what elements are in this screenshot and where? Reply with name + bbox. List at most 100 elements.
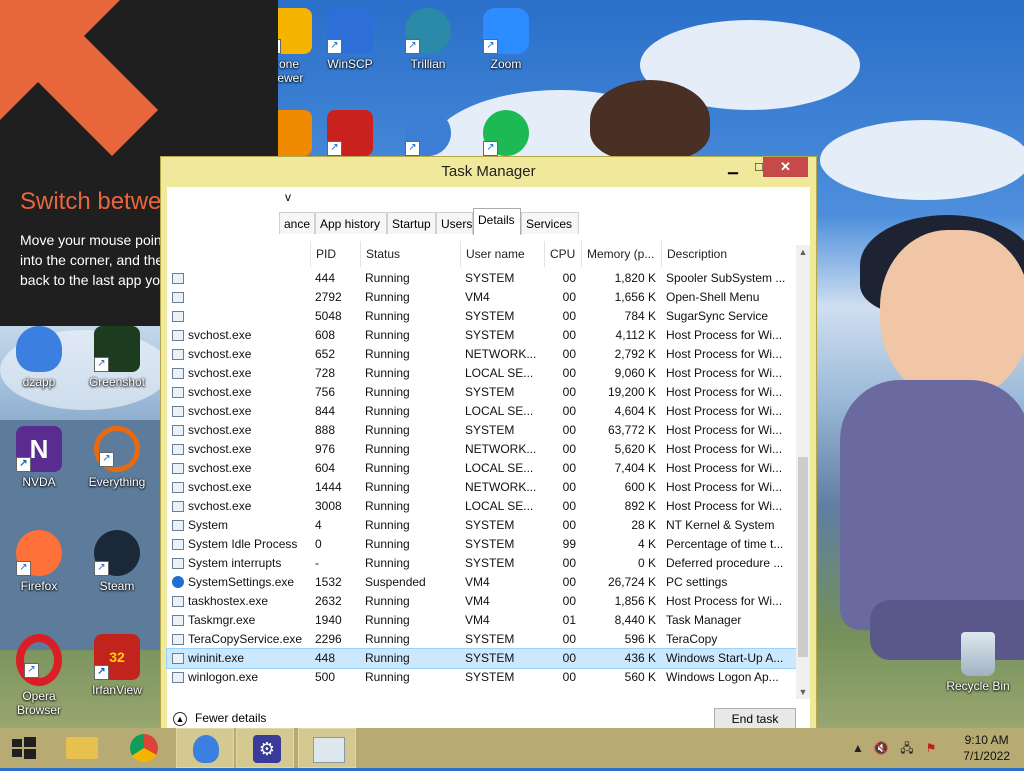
scroll-down-icon[interactable]: ▼ xyxy=(796,685,810,699)
process-row[interactable]: winlogon.exe 500 Running SYSTEM 00 560 K Windo… xyxy=(167,668,796,687)
action-center-icon[interactable]: ⚑ xyxy=(920,728,942,768)
process-row[interactable]: svchost.exe 652 Running NETWORK... 00 2,792 K… xyxy=(167,345,796,364)
opera-icon: ↗ xyxy=(16,634,62,686)
process-icon xyxy=(172,672,184,683)
column-status[interactable]: Status xyxy=(360,241,460,267)
process-row[interactable]: 2792 Running VM4 00 1,656 K Open-Shell Menu xyxy=(167,288,796,307)
volume-muted-icon[interactable]: 🔇 xyxy=(870,728,892,768)
process-row[interactable]: wininit.exe 448 Running SYSTEM 00 436 K Window… xyxy=(166,648,797,669)
tab-startup[interactable]: Startup xyxy=(387,212,436,234)
desktop-icon-greenshot[interactable]: ↗ Greenshot xyxy=(82,326,152,389)
taskbar-settings[interactable]: ⚙ xyxy=(236,728,294,768)
cell-desc: Host Process for Wi... xyxy=(666,385,783,399)
cell-user: LOCAL SE... xyxy=(465,461,534,475)
clock[interactable]: 9:10 AM 7/1/2022 xyxy=(963,732,1010,764)
desktop-icon-dzapp[interactable]: dzapp xyxy=(4,326,74,389)
cell-user: NETWORK... xyxy=(465,480,537,494)
process-row[interactable]: svchost.exe 888 Running SYSTEM 00 63,772 K Hos… xyxy=(167,421,796,440)
vertical-scrollbar[interactable]: ▲ ▼ xyxy=(796,245,810,699)
tab-performance[interactable]: ance xyxy=(279,212,315,234)
steam-icon: ↗ xyxy=(94,530,140,576)
process-row[interactable]: svchost.exe 608 Running SYSTEM 00 4,112 K Host… xyxy=(167,326,796,345)
cell-mem: 7,404 K xyxy=(614,461,656,475)
process-row[interactable]: svchost.exe 728 Running LOCAL SE... 00 9,060 … xyxy=(167,364,796,383)
network-icon[interactable]: 🖧 xyxy=(896,728,918,768)
taskbar-task-manager[interactable] xyxy=(298,728,356,768)
minimize-button[interactable]: ▁ xyxy=(720,157,746,177)
desktop-icon-trillian[interactable]: ↗ Trillian xyxy=(393,8,463,71)
process-icon xyxy=(172,634,184,645)
cell-desc: Host Process for Wi... xyxy=(666,404,783,418)
close-button[interactable]: ✕ xyxy=(763,157,808,177)
cell-desc: Host Process for Wi... xyxy=(666,461,783,475)
process-row[interactable]: TeraCopyService.exe 2296 Running SYSTEM 00 59… xyxy=(167,630,796,649)
taskbar-dzapp[interactable] xyxy=(176,728,234,768)
tab-services[interactable]: Services xyxy=(521,212,579,234)
cell-pid: 1532 xyxy=(315,575,342,589)
desktop-icon-filezilla[interactable]: ↗ xyxy=(315,110,385,156)
scroll-thumb[interactable] xyxy=(798,457,808,657)
cell-mem: 784 K xyxy=(624,309,656,323)
desktop-icon-steam[interactable]: ↗ Steam xyxy=(82,530,152,593)
desktop-icon-irfanview[interactable]: 32 ↗ IrfanView xyxy=(82,634,152,697)
desktop-icon-nvda[interactable]: N ↗ NVDA xyxy=(4,426,74,489)
column-cpu[interactable]: CPU xyxy=(544,241,581,267)
process-row[interactable]: System interrupts - Running SYSTEM 00 0 K Defe… xyxy=(167,554,796,573)
process-row[interactable]: svchost.exe 844 Running LOCAL SE... 00 4,604 … xyxy=(167,402,796,421)
process-name: svchost.exe xyxy=(188,461,252,475)
cell-mem: 1,656 K xyxy=(614,290,656,304)
desktop-icon-recycle-bin[interactable]: Recycle Bin xyxy=(940,632,1016,693)
process-row[interactable]: 5048 Running SYSTEM 00 784 K SugarSync Servic… xyxy=(167,307,796,326)
fewer-details-link[interactable]: ▲ Fewer details xyxy=(173,711,266,726)
start-button[interactable] xyxy=(0,728,48,768)
process-row[interactable]: System 4 Running SYSTEM 00 28 K NT Kernel & Sy… xyxy=(167,516,796,535)
cell-cpu: 00 xyxy=(562,480,576,494)
cell-user: VM4 xyxy=(465,613,490,627)
cell-desc: Open-Shell Menu xyxy=(666,290,760,304)
process-row[interactable]: SystemSettings.exe 1532 Suspended VM4 00 26,7… xyxy=(167,573,796,592)
end-task-button[interactable]: End task xyxy=(714,708,796,730)
column-memory[interactable]: Memory (p... xyxy=(581,241,661,267)
desktop-icon-everything[interactable]: ↗ Everything xyxy=(82,426,152,489)
cell-status: Running xyxy=(365,461,410,475)
trillian-icon: ↗ xyxy=(405,8,451,54)
tab-details[interactable]: Details xyxy=(473,208,521,235)
cell-mem: 1,856 K xyxy=(614,594,656,608)
cell-desc: Host Process for Wi... xyxy=(666,366,783,380)
process-row[interactable]: svchost.exe 976 Running NETWORK... 00 5,620 K… xyxy=(167,440,796,459)
process-row[interactable]: svchost.exe 1444 Running NETWORK... 00 600 K H… xyxy=(167,478,796,497)
fewer-details-label: Fewer details xyxy=(195,711,267,725)
desktop-icon-spotify[interactable]: ↗ xyxy=(471,110,541,156)
greenshot-icon: ↗ xyxy=(94,326,140,372)
taskbar-chrome[interactable] xyxy=(116,728,174,768)
cell-mem: 4,604 K xyxy=(614,404,656,418)
scroll-up-icon[interactable]: ▲ xyxy=(796,245,810,259)
tab-users[interactable]: Users xyxy=(436,212,473,234)
menu-view[interactable]: v xyxy=(285,190,291,204)
process-row[interactable]: System Idle Process 0 Running SYSTEM 99 4 K Pe… xyxy=(167,535,796,554)
desktop-icon-opera[interactable]: ↗ Opera Browser xyxy=(4,634,74,717)
desktop-icon-winscp[interactable]: ↗ WinSCP xyxy=(315,8,385,71)
process-name: winlogon.exe xyxy=(188,670,259,684)
shortcut-arrow-icon: ↗ xyxy=(24,663,39,678)
shortcut-arrow-icon: ↗ xyxy=(483,39,498,54)
show-hidden-icons-button[interactable]: ▲ xyxy=(850,728,866,768)
desktop-icon-firefox[interactable]: ↗ Firefox xyxy=(4,530,74,593)
tab-app-history[interactable]: App history xyxy=(315,212,387,234)
column-pid[interactable]: PID xyxy=(310,241,360,267)
process-row[interactable]: svchost.exe 756 Running SYSTEM 00 19,200 K Hos… xyxy=(167,383,796,402)
process-row[interactable]: Taskmgr.exe 1940 Running VM4 01 8,440 K Task M… xyxy=(167,611,796,630)
taskbar-file-explorer[interactable] xyxy=(54,728,112,768)
cell-pid: 2632 xyxy=(315,594,342,608)
cell-mem: 5,620 K xyxy=(614,442,656,456)
desktop-icon-zoom[interactable]: ↗ Zoom xyxy=(471,8,541,71)
process-row[interactable]: taskhostex.exe 2632 Running VM4 00 1,856 K Hos… xyxy=(167,592,796,611)
column-user-name[interactable]: User name xyxy=(460,241,544,267)
process-row[interactable]: svchost.exe 604 Running LOCAL SE... 00 7,404 … xyxy=(167,459,796,478)
task-manager-window[interactable]: Task Manager ▁ □ ✕ v ance App history St… xyxy=(160,156,817,738)
process-icon xyxy=(172,387,184,398)
column-description[interactable]: Description xyxy=(661,241,791,267)
desktop-icon-qbittorrent[interactable]: ↗ xyxy=(393,110,463,156)
process-row[interactable]: svchost.exe 3008 Running LOCAL SE... 00 892 K… xyxy=(167,497,796,516)
process-row[interactable]: 444 Running SYSTEM 00 1,820 K Spooler SubSyst… xyxy=(167,269,796,288)
